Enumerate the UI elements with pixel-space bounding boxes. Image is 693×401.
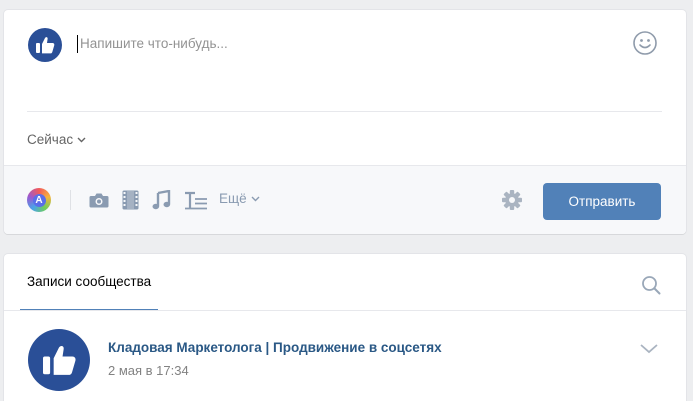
composer-top: Напишите что-нибудь... Сейчас	[4, 10, 686, 164]
text-format-icon[interactable]	[184, 191, 208, 210]
color-palette-icon[interactable]: A	[27, 188, 51, 212]
camera-icon[interactable]	[89, 191, 109, 209]
send-button[interactable]: Отправить	[543, 183, 661, 220]
search-icon[interactable]	[640, 274, 662, 296]
tab-community-posts[interactable]: Записи сообщества	[20, 254, 159, 311]
text-cursor	[77, 35, 78, 53]
chevron-down-icon[interactable]	[638, 342, 660, 356]
smiley-icon[interactable]	[632, 30, 658, 56]
chevron-down-icon	[251, 196, 260, 201]
publish-time-select[interactable]: Сейчас	[27, 132, 86, 147]
post-author-link[interactable]: Кладовая Маркетолога | Продвижение в соц…	[108, 340, 442, 355]
post-date[interactable]: 2 мая в 17:34	[108, 363, 189, 378]
more-label: Ещё	[219, 191, 247, 206]
avatar[interactable]	[28, 28, 62, 62]
post-text-input[interactable]: Напишите что-нибудь...	[80, 36, 228, 51]
toolbar-divider	[70, 190, 71, 210]
post-composer: Напишите что-нибудь... Сейчас A Ещё Отпр…	[4, 10, 686, 234]
composer-toolbar: A Ещё Отправить	[4, 165, 686, 234]
divider	[27, 111, 662, 112]
like-avatar-icon	[36, 37, 55, 54]
like-avatar-icon	[43, 346, 76, 375]
community-posts: Записи сообщества Кладовая Маркетолога |…	[4, 254, 686, 401]
avatar[interactable]	[28, 329, 90, 391]
divider	[4, 310, 686, 311]
music-icon[interactable]	[152, 190, 171, 210]
publish-time-label: Сейчас	[27, 132, 74, 147]
gear-icon[interactable]	[501, 189, 523, 211]
video-icon[interactable]	[122, 190, 139, 210]
chevron-down-icon	[77, 137, 86, 142]
more-attachments-dropdown[interactable]: Ещё	[219, 191, 260, 206]
